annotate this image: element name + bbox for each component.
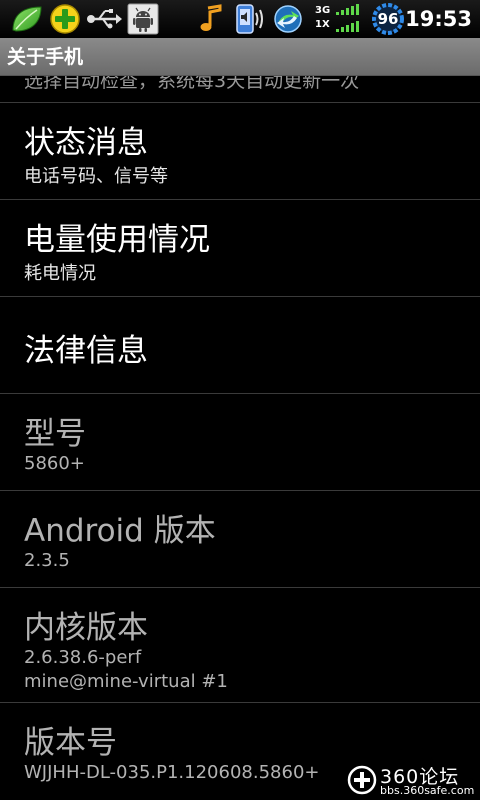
list-item-battery-usage[interactable]: 电量使用情况 耗电情况	[0, 200, 480, 296]
partial-item-text: 选择自动检查，系统每3天自动更新一次	[24, 76, 360, 92]
title-bar: 关于手机	[0, 38, 480, 76]
vibrate-icon	[234, 3, 268, 35]
list-item-legal[interactable]: 法律信息	[0, 297, 480, 393]
sync-icon	[270, 3, 306, 35]
item-title: 内核版本	[24, 610, 148, 646]
list-item-model: 型号 5860+	[0, 394, 480, 490]
item-title: 版本号	[24, 725, 117, 761]
plus-app-icon	[48, 3, 82, 35]
status-time: 19:53	[405, 7, 472, 31]
music-note-icon	[196, 3, 226, 35]
item-subtitle: 5860+	[24, 453, 85, 474]
item-title: 状态消息	[24, 125, 148, 161]
battery-ring-icon: 96	[368, 3, 408, 35]
item-title: Android 版本	[24, 513, 216, 549]
item-title: 型号	[24, 416, 86, 452]
list-item-kernel-version: 内核版本 2.6.38.6-perf mine@mine-virtual #1	[0, 588, 480, 702]
list-item-status[interactable]: 状态消息 电话号码、信号等	[0, 103, 480, 199]
item-subtitle: 耗电情况	[24, 263, 96, 284]
list-item-partial[interactable]: 选择自动检查，系统每3天自动更新一次	[0, 76, 480, 102]
item-subtitle: 2.3.5	[24, 550, 70, 571]
item-title: 法律信息	[24, 333, 148, 369]
watermark-logo-icon	[347, 765, 377, 795]
signal-icon: 3G 1X	[312, 3, 362, 35]
item-title: 电量使用情况	[24, 222, 210, 258]
watermark-360: 360论坛 bbs.360safe.com	[344, 760, 480, 800]
battery-level: 96	[377, 10, 399, 28]
android-debug-icon	[126, 3, 160, 35]
item-subtitle: 电话号码、信号等	[24, 166, 168, 187]
leaf-icon	[10, 3, 44, 35]
list-item-android-version: Android 版本 2.3.5	[0, 491, 480, 587]
settings-list[interactable]: 选择自动检查，系统每3天自动更新一次 状态消息 电话号码、信号等 电量使用情况 …	[0, 76, 480, 800]
status-bar[interactable]: 3G 1X 96 19:53	[0, 0, 480, 38]
item-subtitle-2: mine@mine-virtual #1	[24, 671, 228, 692]
watermark-url: bbs.360safe.com	[380, 784, 475, 797]
page-title: 关于手机	[7, 46, 84, 68]
item-subtitle: 2.6.38.6-perf	[24, 647, 142, 668]
usb-icon	[86, 3, 122, 35]
item-subtitle: WJJHH-DL-035.P1.120608.5860+	[24, 762, 320, 783]
